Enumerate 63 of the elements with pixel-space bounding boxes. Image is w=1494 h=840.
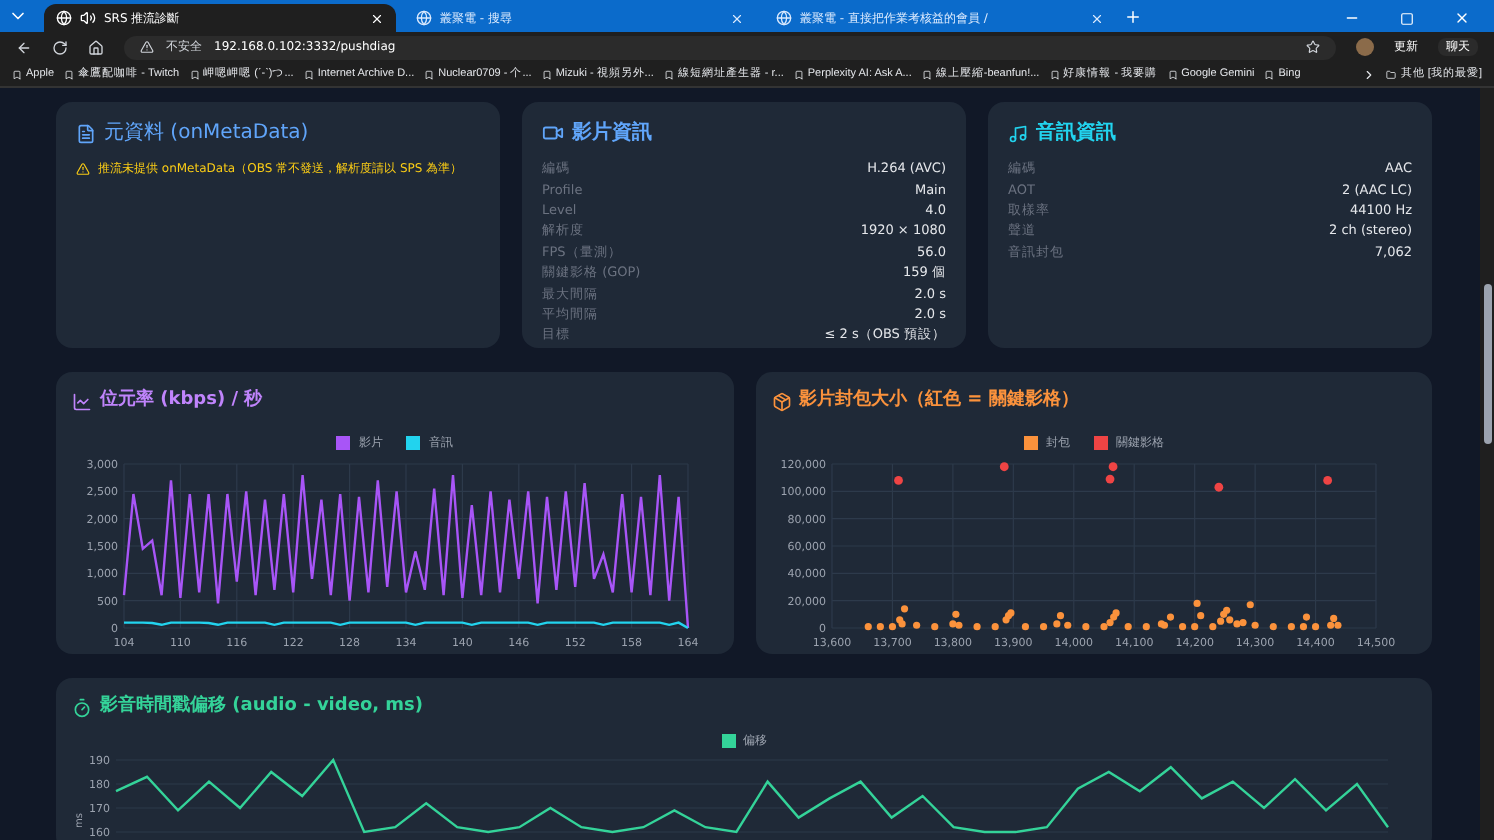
warning-icon	[76, 162, 90, 176]
bookmark-icon	[303, 69, 314, 79]
bookmark-icon	[12, 69, 22, 79]
scatter-point	[972, 622, 980, 630]
document-icon	[76, 123, 96, 143]
folder-icon	[1386, 69, 1397, 79]
line-chart-icon	[72, 391, 92, 412]
scatter-point	[1123, 622, 1131, 630]
scatter-point	[1268, 622, 1276, 630]
card-title: 影片封包大小（紅色 = 關鍵影格）	[799, 388, 1079, 414]
reload-icon[interactable]	[52, 39, 68, 55]
bookmark-icon	[541, 69, 552, 79]
scatter-point	[1286, 622, 1294, 630]
scatter-point	[1141, 622, 1149, 630]
home-icon[interactable]	[88, 39, 104, 55]
back-icon[interactable]	[16, 39, 32, 55]
scatter-point	[1192, 598, 1200, 606]
bookmark-icon	[921, 69, 932, 79]
bookmark-icon	[793, 69, 804, 79]
scatter-point	[930, 622, 938, 630]
maximize-icon[interactable]	[1400, 12, 1414, 26]
scatter-point	[1190, 622, 1198, 630]
stopwatch-icon	[72, 697, 92, 718]
bookmark-icon	[64, 69, 75, 79]
scatter-point	[875, 622, 883, 630]
scatter-point	[1081, 622, 1089, 630]
bookmark-icon	[1049, 69, 1060, 79]
more-icon[interactable]	[1362, 67, 1377, 81]
new-tab-icon[interactable]	[1124, 8, 1142, 26]
bookmark-icon	[663, 69, 674, 79]
music-note-icon	[1008, 123, 1028, 143]
bookmark-icon	[189, 69, 200, 79]
globe-icon	[56, 10, 72, 26]
scrollbar[interactable]	[1480, 88, 1494, 840]
card-title: 位元率 (kbps) / 秒	[100, 388, 263, 414]
profile-avatar[interactable]	[1356, 38, 1374, 56]
globe-icon	[416, 10, 432, 26]
scatter-point	[1322, 475, 1332, 484]
card-title: 音訊資訊	[1036, 118, 1116, 148]
star-icon[interactable]	[1306, 40, 1320, 54]
card-title: 影片資訊	[572, 119, 652, 148]
scatter-point	[1020, 622, 1028, 630]
scatter-point	[1245, 600, 1253, 608]
card-title: 影音時間戳偏移 (audio - video, ms)	[100, 694, 424, 720]
scatter-point	[899, 604, 908, 612]
scatter-point	[998, 461, 1008, 471]
scatter-point	[1213, 481, 1223, 491]
scatter-point	[893, 475, 902, 484]
scatter-point	[1196, 611, 1204, 619]
bookmark-icon	[1264, 69, 1275, 79]
video-camera-icon	[542, 122, 564, 144]
scatter-point	[912, 620, 920, 628]
scatter-point	[1250, 620, 1258, 628]
card-title: 元資料 (onMetaData)	[104, 119, 309, 148]
scatter-point	[1178, 622, 1186, 630]
scatter-point	[1038, 622, 1047, 630]
scatter-point	[990, 622, 998, 630]
bookmark-icon	[424, 69, 435, 79]
box-icon	[771, 391, 791, 412]
scatter-point	[863, 622, 871, 630]
warning-icon	[140, 40, 154, 54]
globe-icon	[776, 10, 792, 26]
bookmark-icon	[1167, 69, 1178, 79]
